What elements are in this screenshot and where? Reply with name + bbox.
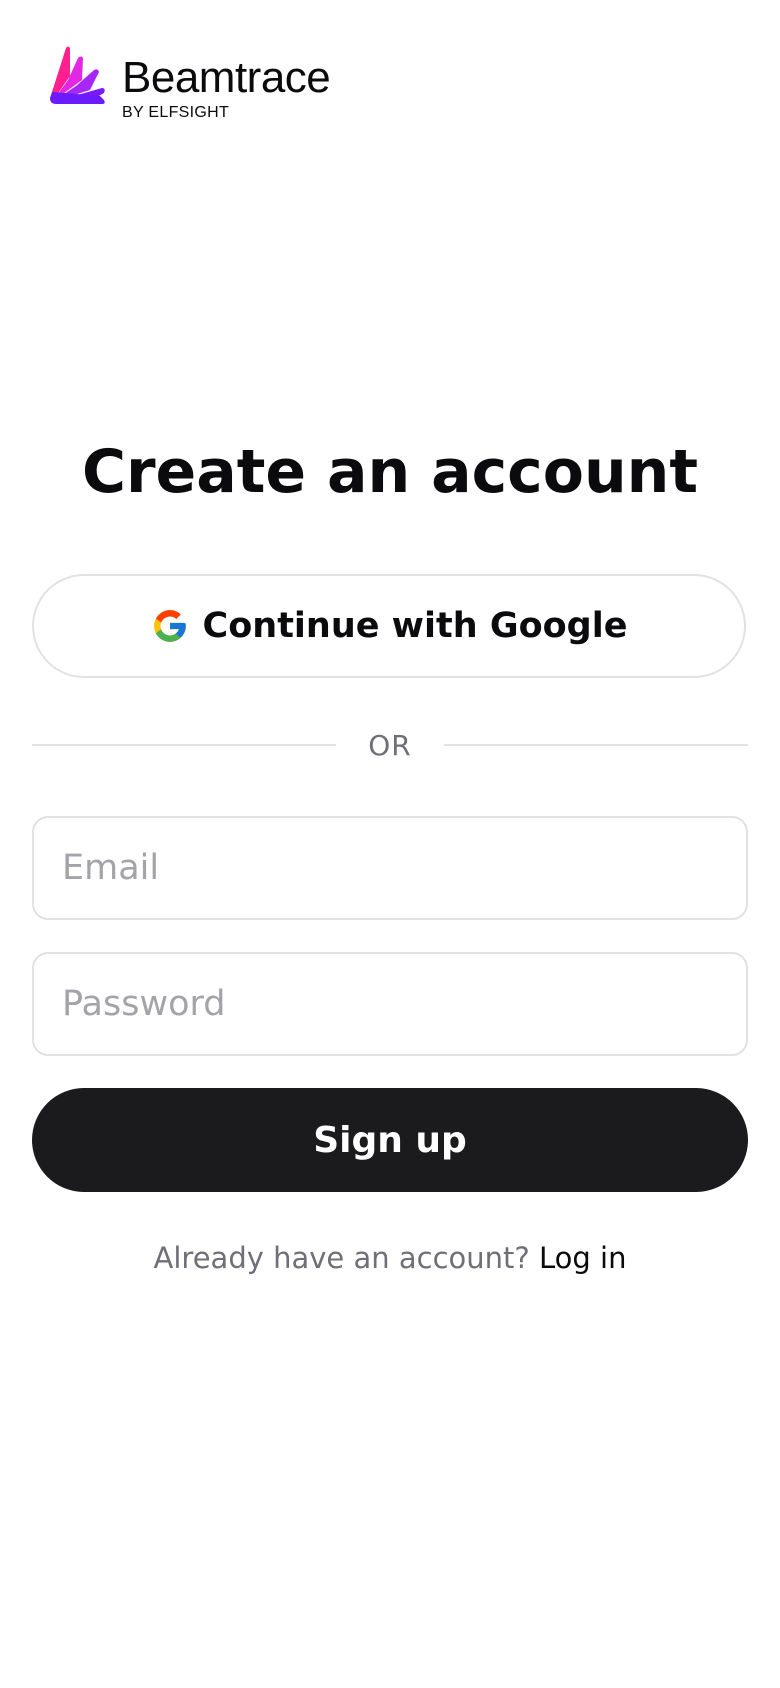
brand-subtitle: BY ELFSIGHT bbox=[122, 104, 230, 121]
google-icon bbox=[151, 607, 189, 645]
brand-name: Beamtrace bbox=[122, 53, 331, 102]
email-field[interactable] bbox=[32, 816, 748, 920]
login-prompt-text: Already have an account? bbox=[153, 1241, 530, 1275]
log-in-link[interactable]: Log in bbox=[539, 1241, 626, 1275]
password-field[interactable] bbox=[32, 952, 748, 1056]
divider-line-right bbox=[443, 744, 748, 746]
login-prompt: Already have an account? Log in bbox=[0, 1238, 780, 1278]
header: Beamtrace BY ELFSIGHT bbox=[48, 46, 331, 122]
page-title: Create an account bbox=[81, 437, 699, 507]
divider-line-left bbox=[32, 744, 337, 746]
divider-text: OR bbox=[368, 728, 412, 762]
brand: Beamtrace BY ELFSIGHT bbox=[122, 46, 331, 122]
sign-up-button[interactable]: Sign up bbox=[32, 1088, 748, 1192]
google-button-label: Continue with Google bbox=[202, 606, 628, 646]
continue-with-google-button[interactable]: Continue with Google bbox=[32, 574, 746, 678]
beamtrace-logo-icon[interactable] bbox=[48, 46, 106, 106]
or-divider: OR bbox=[32, 720, 748, 770]
